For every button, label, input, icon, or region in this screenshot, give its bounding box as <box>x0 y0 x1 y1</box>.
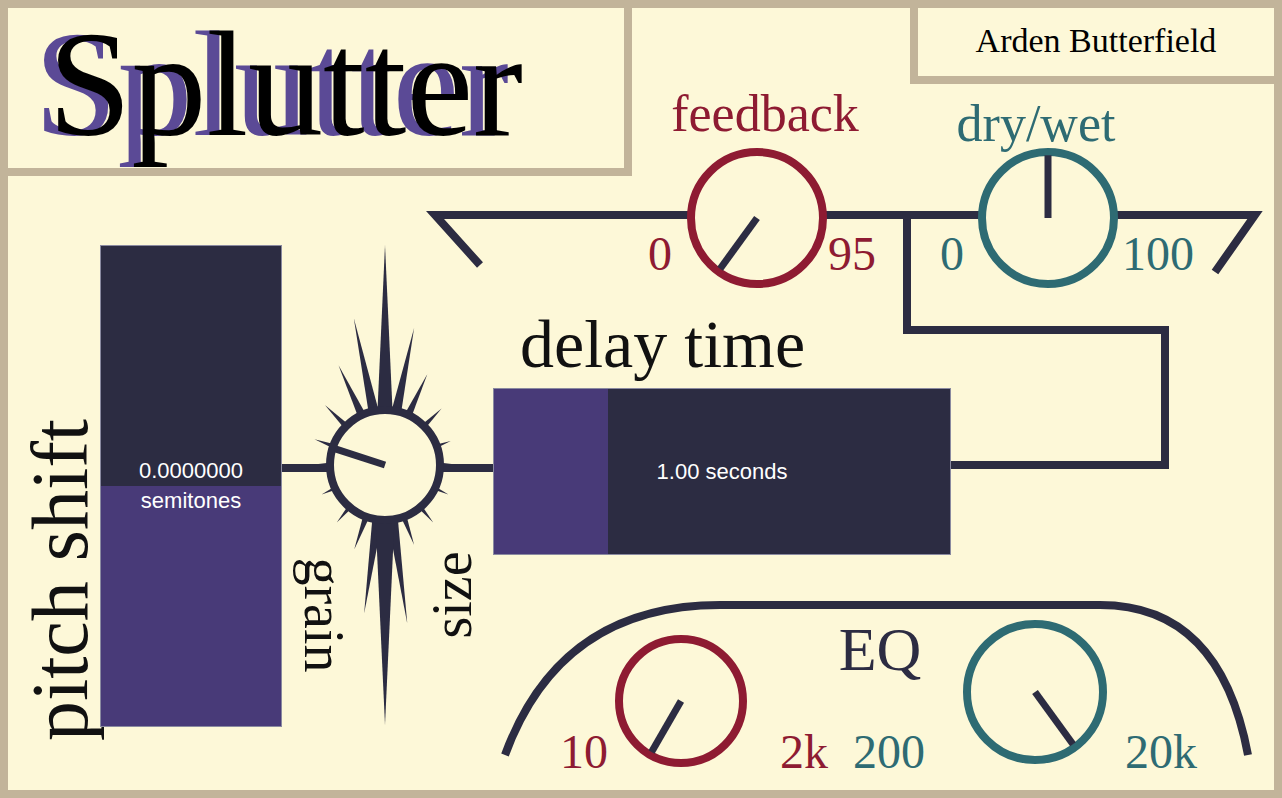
eq-label: EQ <box>839 618 922 680</box>
eq-high-min: 200 <box>853 728 925 776</box>
eq-low-min: 10 <box>560 728 608 776</box>
eq-low-knob-ring <box>619 639 743 763</box>
grain-size-ring <box>330 410 440 520</box>
delay-time-fill <box>494 389 608 554</box>
author-box: Arden Butterfield <box>910 0 1282 84</box>
size-label: size <box>424 551 480 638</box>
dry-wet-max: 100 <box>1122 230 1194 278</box>
eq-high-knob[interactable] <box>967 624 1103 760</box>
pitch-shift-fill <box>101 486 281 726</box>
eq-high-knob-ring <box>967 624 1103 760</box>
feedback-knob-pointer <box>720 218 757 269</box>
eq-low-knob-pointer <box>652 701 681 752</box>
feedback-knob-ring <box>691 152 823 284</box>
dry-wet-knob-ring <box>982 152 1114 284</box>
feedback-min: 0 <box>648 230 672 278</box>
pitch-shift-value: 0.0000000 <box>139 456 243 486</box>
eq-high-max: 20k <box>1125 728 1197 776</box>
title: Splutter <box>48 2 523 167</box>
eq-low-knob[interactable] <box>619 639 743 763</box>
pitch-shift-label: pitch shift <box>20 419 100 741</box>
feedback-max: 95 <box>828 230 876 278</box>
eq-low-max: 2k <box>780 728 828 776</box>
dry-wet-knob-pointer <box>1045 155 1052 218</box>
dry-wet-min: 0 <box>940 230 964 278</box>
delay-time-label: delay time <box>520 310 805 378</box>
pitch-shift-slider[interactable]: 0.0000000semitones <box>100 245 282 727</box>
title-box: Splutter <box>0 0 632 176</box>
delay-time-slider[interactable]: 1.00 seconds <box>493 388 951 555</box>
dry-wet-label: dry/wet <box>957 98 1116 150</box>
author: Arden Butterfield <box>976 20 1217 63</box>
feedback-label: feedback <box>671 88 859 140</box>
plugin-window: Splutter Arden Butterfield feedback 0 95 dry/… <box>0 0 1282 798</box>
grain-label: grain <box>296 557 352 672</box>
eq-high-knob-pointer <box>1035 692 1073 744</box>
grain-size-pointer <box>335 449 385 465</box>
pitch-shift-unit: semitones <box>141 486 241 516</box>
feedback-knob[interactable] <box>691 152 823 284</box>
pitch-shift-readout: 0.0000000semitones <box>101 246 281 726</box>
dry-wet-knob[interactable] <box>982 152 1114 284</box>
delay-time-readout: 1.00 seconds <box>494 389 950 554</box>
